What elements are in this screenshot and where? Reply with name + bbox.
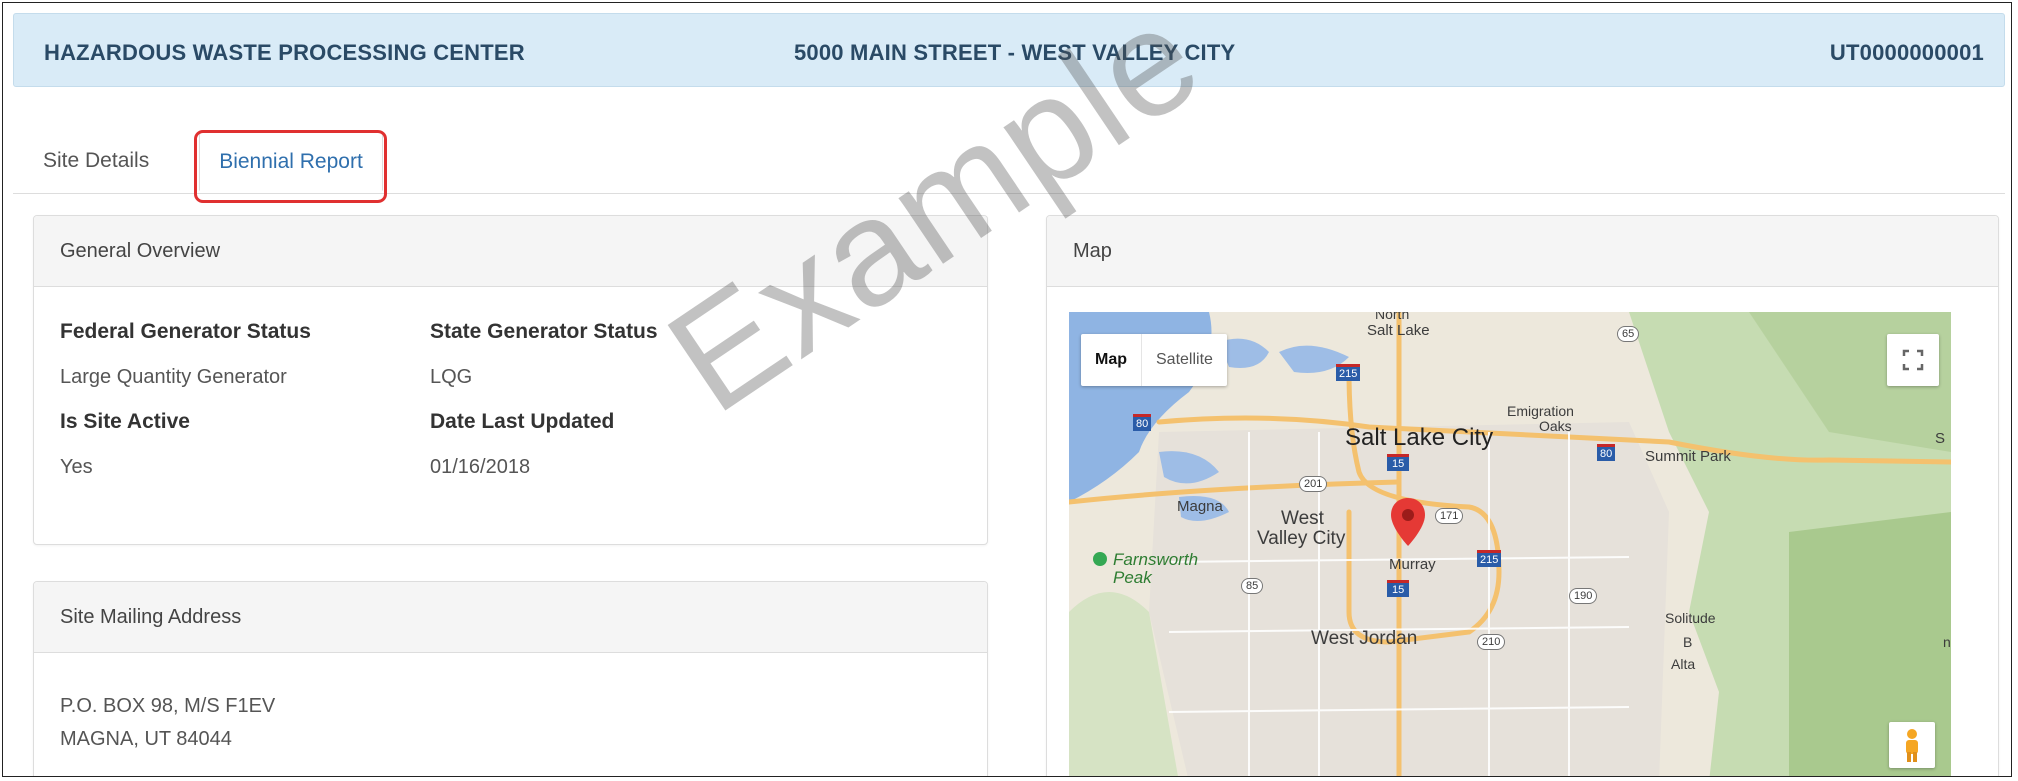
tab-site-details[interactable]: Site Details <box>23 131 169 191</box>
address-line-2: MAGNA, UT 84044 <box>60 728 232 750</box>
general-overview-heading: General Overview <box>34 216 987 287</box>
i15-shield: 15 <box>1387 580 1410 597</box>
map-label-north: North <box>1375 312 1410 322</box>
general-overview-panel: General Overview Federal Generator Statu… <box>33 215 988 545</box>
app-frame: HAZARDOUS WASTE PROCESSING CENTER 5000 M… <box>2 2 2012 777</box>
map-label-solitude: Solitude <box>1665 610 1716 626</box>
map-label-valley-city: Valley City <box>1257 528 1346 549</box>
site-header: HAZARDOUS WASTE PROCESSING CENTER 5000 M… <box>13 13 2005 87</box>
i80-shield: 80 <box>1597 444 1616 461</box>
map-label-magna: Magna <box>1177 498 1223 515</box>
map-label-west: West <box>1281 508 1324 529</box>
field-label: State Generator Status <box>430 320 658 343</box>
route-171-shield: 171 <box>1435 508 1464 524</box>
route-201-shield: 201 <box>1299 476 1328 492</box>
map-view[interactable]: 80 80 215 215 15 15 65 201 171 85 190 21… <box>1069 312 1951 776</box>
street-view-button[interactable] <box>1889 722 1935 768</box>
site-address: 5000 MAIN STREET - WEST VALLEY CITY <box>794 40 1236 65</box>
map-type-control: Map Satellite <box>1081 334 1227 386</box>
route-85-shield: 85 <box>1241 578 1264 594</box>
route-65-shield: 65 <box>1617 326 1640 342</box>
map-label-emigration: Emigration <box>1507 403 1574 419</box>
route-210-shield: 210 <box>1477 634 1506 650</box>
site-name: HAZARDOUS WASTE PROCESSING CENTER <box>44 40 525 65</box>
map-label-murray: Murray <box>1389 556 1436 573</box>
field-value: 01/16/2018 <box>430 456 531 478</box>
map-type-satellite-button[interactable]: Satellite <box>1141 334 1227 386</box>
date-last-updated-field: Date Last Updated 01/16/2018 <box>430 410 614 479</box>
map-panel: Map 80 80 215 215 15 15 65 201 171 85 19… <box>1046 215 1999 776</box>
pegman-icon <box>1906 729 1918 762</box>
tab-biennial-report[interactable]: Biennial Report <box>199 131 383 191</box>
i215-shield: 215 <box>1336 364 1361 381</box>
map-label-salt-lake-city: Salt Lake City <box>1345 424 1494 451</box>
state-generator-status-field: State Generator Status LQG <box>430 320 658 389</box>
map-label-oaks: Oaks <box>1539 418 1572 434</box>
map-label-farnsworth: Farnsworth <box>1113 550 1199 569</box>
tab-bar: Site Details Biennial Report <box>13 107 2005 194</box>
route-190-shield: 190 <box>1569 588 1598 604</box>
is-site-active-field: Is Site Active Yes <box>60 410 190 479</box>
map-label-n: n <box>1943 634 1951 650</box>
map-label-north-salt-lake: Salt Lake <box>1367 322 1430 339</box>
field-value: LQG <box>430 366 473 388</box>
i80-shield: 80 <box>1133 414 1152 431</box>
map-label-peak: Peak <box>1113 568 1152 587</box>
map-label-s: S <box>1935 430 1946 447</box>
site-id: UT0000000001 <box>1829 40 1984 65</box>
location-marker-icon[interactable] <box>1391 498 1425 546</box>
field-label: Federal Generator Status <box>60 320 311 343</box>
map-type-map-button[interactable]: Map <box>1081 334 1141 386</box>
field-value: Large Quantity Generator <box>60 366 287 388</box>
i215-shield: 215 <box>1477 550 1502 567</box>
field-label: Is Site Active <box>60 410 190 433</box>
fullscreen-icon <box>1902 349 1924 371</box>
address-line-1: P.O. BOX 98, M/S F1EV <box>60 695 276 717</box>
map-label-b: B <box>1683 634 1693 650</box>
mailing-address-heading: Site Mailing Address <box>34 582 987 653</box>
federal-generator-status-field: Federal Generator Status Large Quantity … <box>60 320 311 389</box>
mailing-address: P.O. BOX 98, M/S F1EV MAGNA, UT 84044 <box>60 690 275 756</box>
fullscreen-button[interactable] <box>1887 334 1939 386</box>
field-value: Yes <box>60 456 93 478</box>
map-label-alta: Alta <box>1671 656 1696 672</box>
i15-shield: 15 <box>1387 454 1410 471</box>
site-mailing-address-panel: Site Mailing Address P.O. BOX 98, M/S F1… <box>33 581 988 776</box>
field-label: Date Last Updated <box>430 410 615 433</box>
map-label-west-jordan: West Jordan <box>1311 628 1418 649</box>
map-label-summit-park: Summit Park <box>1645 448 1731 465</box>
park-icon <box>1093 552 1107 566</box>
map-heading: Map <box>1047 216 1998 287</box>
